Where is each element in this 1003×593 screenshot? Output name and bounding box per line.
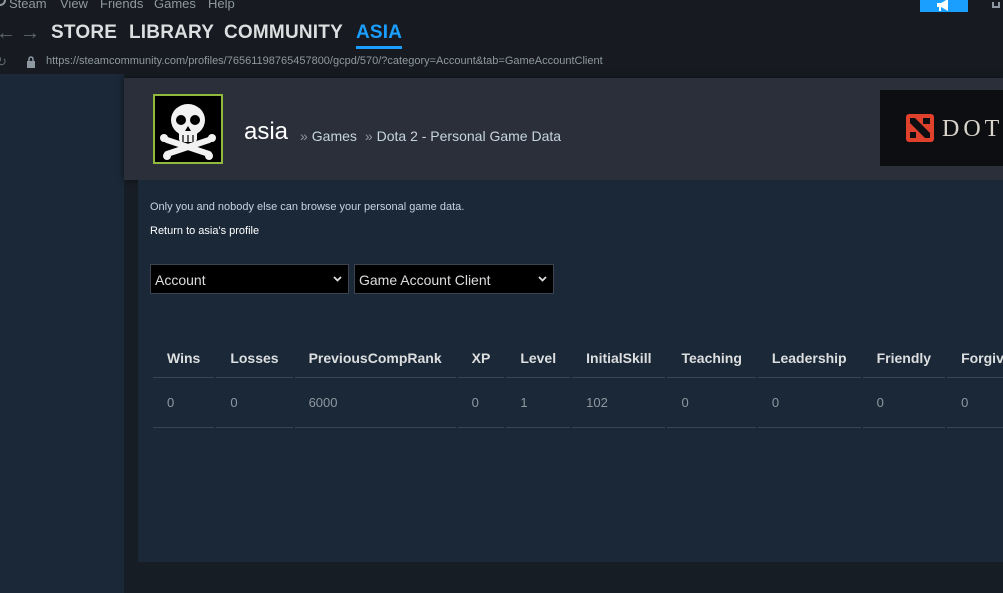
main-content: Only you and nobody else can browse your… [138, 180, 1003, 562]
menu-view[interactable]: View [60, 0, 88, 11]
nav-user[interactable]: ASIA [356, 22, 403, 49]
return-to-profile-link[interactable]: Return to asia's profile [150, 225, 259, 237]
tab-select-value: Game Account Client [359, 272, 491, 288]
category-select-value: Account [155, 272, 206, 288]
reload-icon[interactable]: ↻ [0, 54, 7, 70]
nav-store[interactable]: STORE [51, 22, 117, 44]
table-row: 0 0 6000 0 1 102 0 0 0 0 [153, 378, 1003, 428]
table-cell: 0 [862, 378, 946, 428]
column-header: Forgiving [947, 332, 1003, 378]
breadcrumb-separator: » [300, 128, 308, 144]
chevron-down-icon [538, 276, 547, 282]
left-background [0, 74, 124, 593]
table-cell: 0 [153, 378, 215, 428]
skull-crossbones-icon [160, 104, 216, 160]
category-select[interactable]: Account [150, 264, 349, 294]
column-header: XP [457, 332, 505, 378]
column-header: Teaching [667, 332, 756, 378]
table-cell: 0 [216, 378, 293, 428]
profile-name[interactable]: asia [244, 118, 288, 146]
back-arrow-icon[interactable]: ← [0, 22, 16, 45]
table-cell: 0 [947, 378, 1003, 428]
table-cell: 0 [667, 378, 756, 428]
menu-bar: Steam View Friends Games Help [0, 0, 1003, 12]
announcements-button[interactable] [920, 0, 968, 12]
forward-arrow-icon[interactable]: → [20, 22, 40, 45]
nav-library[interactable]: LIBRARY [129, 22, 214, 44]
menu-games[interactable]: Games [154, 0, 196, 11]
breadcrumb-page: Dota 2 - Personal Game Data [376, 128, 562, 144]
data-table: Wins Losses PreviousCompRank XP Level In… [151, 332, 1003, 428]
breadcrumb: » Games » Dota 2 - Personal Game Data [296, 128, 561, 144]
megaphone-icon [937, 0, 948, 11]
column-header: PreviousCompRank [294, 332, 456, 378]
table-cell: 102 [572, 378, 666, 428]
profile-header: asia » Games » Dota 2 - Personal Game Data… [124, 78, 1003, 180]
column-header: Leadership [757, 332, 861, 378]
menu-steam[interactable]: Steam [9, 0, 47, 11]
table-cell: 6000 [294, 378, 456, 428]
avatar[interactable] [153, 94, 223, 164]
game-logo-text: DOT [942, 116, 1003, 142]
page-bottom [138, 562, 1003, 593]
menu-friends[interactable]: Friends [100, 0, 143, 11]
table-cell: 0 [757, 378, 861, 428]
table-header-row: Wins Losses PreviousCompRank XP Level In… [153, 332, 1003, 378]
tab-select[interactable]: Game Account Client [354, 264, 554, 294]
breadcrumb-games[interactable]: Games [312, 128, 357, 144]
lock-icon [27, 56, 35, 68]
dota-logo-icon [906, 114, 934, 142]
breadcrumb-separator: » [364, 128, 373, 144]
nav-bar: ← → STORE LIBRARY COMMUNITY ASIA [0, 12, 1003, 52]
menu-help[interactable]: Help [208, 0, 235, 11]
table-cell: 1 [506, 378, 571, 428]
table-cell: 0 [457, 378, 505, 428]
column-header: Losses [216, 332, 293, 378]
game-banner[interactable]: DOT [880, 90, 1003, 166]
chevron-down-icon [333, 276, 342, 282]
nav-community[interactable]: COMMUNITY [224, 22, 343, 44]
url-text[interactable]: https://steamcommunity.com/profiles/7656… [46, 55, 603, 67]
steam-icon[interactable] [0, 0, 6, 6]
url-bar: ↻ https://steamcommunity.com/profiles/76… [0, 52, 1003, 74]
column-header: InitialSkill [572, 332, 666, 378]
privacy-note: Only you and nobody else can browse your… [150, 201, 465, 213]
column-header: Wins [153, 332, 215, 378]
column-header: Friendly [862, 332, 946, 378]
account-icon[interactable] [992, 2, 1000, 8]
column-header: Level [506, 332, 571, 378]
